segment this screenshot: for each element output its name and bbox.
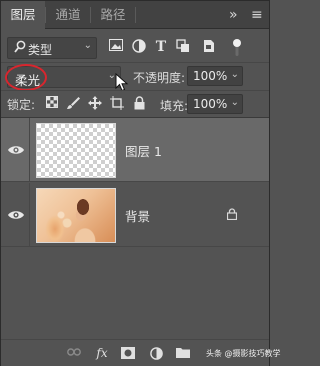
smart-object-filter-icon[interactable] (201, 39, 217, 55)
fill-value: 100% (193, 97, 228, 111)
panel-tab-bar: 图层 通道 路径 » ≡ (1, 1, 269, 30)
chevron-down-icon: ⌄ (83, 40, 92, 51)
mask-icon[interactable] (121, 347, 135, 359)
lock-transparent-icon[interactable] (45, 96, 59, 110)
lock-all-icon[interactable] (132, 96, 146, 110)
fill-field[interactable]: 100% ⌄ (187, 94, 243, 114)
image-filter-icon[interactable] (108, 39, 124, 55)
fill-label: 填充: (160, 99, 189, 113)
lock-label: 锁定: (7, 98, 36, 112)
lock-position-icon[interactable] (88, 96, 102, 110)
type-filter-icon[interactable]: T (153, 39, 169, 55)
tab-layers[interactable]: 图层 (1, 1, 45, 30)
opacity-label: 不透明度: (133, 71, 186, 85)
panel-menu-icon[interactable]: ≡ (251, 1, 263, 29)
eye-icon[interactable] (7, 207, 25, 223)
tab-channels[interactable]: 通道 (46, 1, 90, 29)
chevron-down-icon: ⌄ (230, 97, 239, 108)
tab-paths[interactable]: 路径 (91, 1, 135, 29)
adjustment-filter-icon[interactable] (131, 39, 147, 55)
group-folder-icon[interactable] (176, 347, 190, 359)
lock-artboard-icon[interactable] (110, 96, 124, 110)
eye-icon[interactable] (7, 142, 25, 158)
link-icon[interactable] (67, 347, 81, 359)
layer-name[interactable]: 图层 1 (125, 141, 162, 160)
layer-thumbnail-transparent (36, 123, 116, 178)
opacity-value: 100% (193, 69, 228, 83)
layer-row[interactable]: 背景 (1, 183, 269, 247)
shape-filter-icon[interactable] (175, 39, 191, 55)
adjustment-icon[interactable] (149, 347, 163, 360)
layer-name[interactable]: 背景 (125, 206, 150, 225)
layers-list: 图层 1 背景 (1, 118, 269, 338)
layer-row[interactable]: 图层 1 (1, 118, 269, 182)
fx-icon[interactable]: fx (95, 347, 109, 359)
layer-thumbnail-photo (36, 188, 116, 243)
layer-filter-dropdown[interactable]: 类型 ⌄ (7, 37, 97, 59)
lock-image-icon[interactable] (66, 96, 80, 110)
chevron-down-icon: ⌄ (230, 69, 239, 80)
layers-panel: 图层 通道 路径 » ≡ 类型 ⌄ T 柔光 ⌄ 不透明度: 100% ⌄ 锁定… (0, 0, 281, 366)
filter-type-label: 类型 (28, 43, 53, 57)
search-icon (14, 40, 26, 57)
lock-icon (226, 208, 238, 221)
watermark-text: 头条 @摄影技巧教学 (206, 349, 281, 358)
collapse-panel-icon[interactable]: » (229, 1, 238, 29)
filter-toggle-icon[interactable] (229, 39, 245, 56)
opacity-field[interactable]: 100% ⌄ (187, 66, 243, 86)
blend-mode-highlight (5, 64, 47, 91)
